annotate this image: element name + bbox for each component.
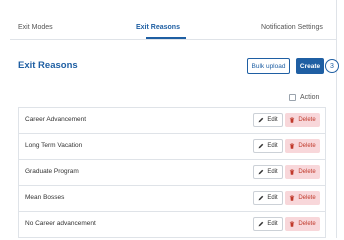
tab-exit-modes[interactable]: Exit Modes xyxy=(18,24,53,31)
delete-button[interactable]: Delete xyxy=(285,113,320,127)
table-row: Graduate Program Edit Delete xyxy=(18,160,326,186)
delete-button[interactable]: Delete xyxy=(285,191,320,205)
delete-button[interactable]: Delete xyxy=(285,217,320,231)
delete-button[interactable]: Delete xyxy=(285,165,320,179)
edit-button[interactable]: Edit xyxy=(253,217,283,231)
active-tab-indicator xyxy=(146,37,186,39)
content-right-border xyxy=(336,0,337,238)
table-row: Career Advancement Edit Delete xyxy=(18,108,326,134)
pencil-icon xyxy=(258,195,264,201)
edit-label: Edit xyxy=(267,143,278,149)
edit-label: Edit xyxy=(267,169,278,175)
trash-icon xyxy=(289,221,295,227)
edit-button[interactable]: Edit xyxy=(253,191,283,205)
edit-label: Edit xyxy=(267,117,278,123)
reason-name: Career Advancement xyxy=(25,116,87,123)
select-all-checkbox[interactable] xyxy=(289,93,296,101)
edit-label: Edit xyxy=(267,195,278,201)
table-row: Long Term Vacation Edit Delete xyxy=(18,134,326,160)
delete-label: Delete xyxy=(298,169,316,175)
trash-icon xyxy=(289,195,295,201)
tab-exit-reasons[interactable]: Exit Reasons xyxy=(136,24,180,31)
pencil-icon xyxy=(258,221,264,227)
bulk-upload-button[interactable]: Bulk upload xyxy=(247,58,290,74)
reason-name: No Career advancement xyxy=(25,220,96,227)
action-header-label: Action xyxy=(300,93,320,101)
delete-label: Delete xyxy=(298,195,316,201)
reason-name: Long Term Vacation xyxy=(25,142,83,149)
edit-button[interactable]: Edit xyxy=(253,113,283,127)
pencil-icon xyxy=(258,117,264,123)
edit-label: Edit xyxy=(267,221,278,227)
action-column-header: Action xyxy=(289,92,319,102)
tab-notification-settings[interactable]: Notification Settings xyxy=(261,24,323,31)
delete-label: Delete xyxy=(298,143,316,149)
pencil-icon xyxy=(258,143,264,149)
table-row: Mean Bosses Edit Delete xyxy=(18,186,326,212)
table-row: No Career advancement Edit Delete xyxy=(18,212,326,238)
trash-icon xyxy=(289,143,295,149)
page-title: Exit Reasons xyxy=(18,60,78,71)
reason-name: Mean Bosses xyxy=(25,194,65,201)
delete-button[interactable]: Delete xyxy=(285,139,320,153)
pencil-icon xyxy=(258,169,264,175)
delete-label: Delete xyxy=(298,117,316,123)
edit-button[interactable]: Edit xyxy=(253,165,283,179)
edit-button[interactable]: Edit xyxy=(253,139,283,153)
exit-reasons-list: Career Advancement Edit Delete Long Term… xyxy=(18,107,326,238)
step-badge: 3 xyxy=(325,59,339,73)
trash-icon xyxy=(289,117,295,123)
tab-bar: Exit Modes Exit Reasons Notification Set… xyxy=(10,0,336,40)
reason-name: Graduate Program xyxy=(25,168,79,175)
trash-icon xyxy=(289,169,295,175)
create-button[interactable]: Create xyxy=(296,58,324,74)
delete-label: Delete xyxy=(298,221,316,227)
